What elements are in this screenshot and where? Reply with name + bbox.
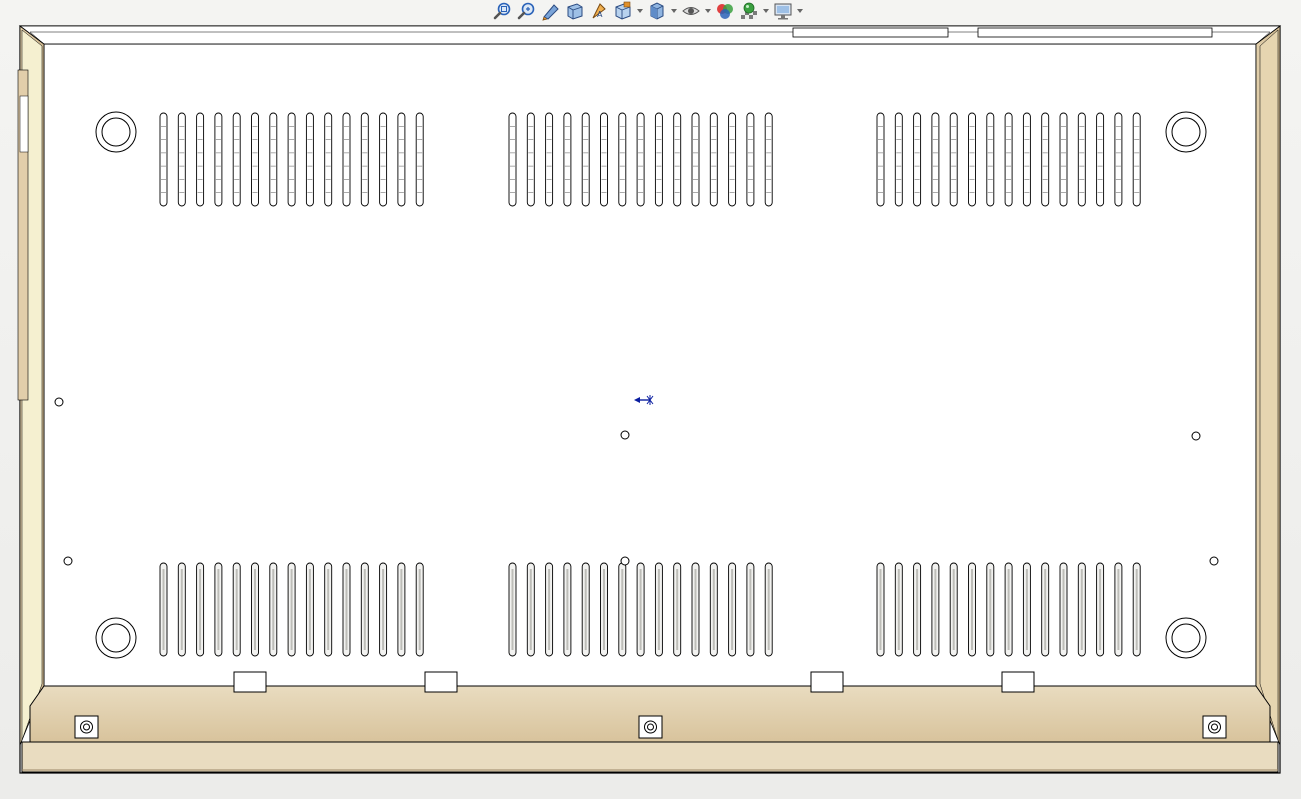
vent-slot: [1041, 112, 1050, 207]
flange-screw-hole: [1202, 715, 1227, 739]
vent-slot: [986, 112, 995, 207]
view-settings-icon: [774, 3, 792, 20]
hide-show-items-dropdown[interactable]: [704, 1, 712, 21]
chevron-down-icon: [705, 9, 711, 13]
edit-appearance-button[interactable]: [714, 1, 736, 21]
vent-slot: [581, 112, 590, 207]
vent-slot: [397, 112, 406, 207]
mounting-hole-top-left: [95, 111, 137, 153]
zoom-to-fit-button[interactable]: [492, 1, 514, 21]
vent-slot: [1004, 112, 1013, 207]
flange-tab: [233, 671, 267, 693]
vent-slot: [159, 112, 168, 207]
apply-scene-button[interactable]: [738, 1, 760, 21]
previous-view-button[interactable]: [540, 1, 562, 21]
vent-slot: [913, 112, 922, 207]
vent-slot: [636, 112, 645, 207]
hide-show-icon: [682, 7, 700, 15]
vent-slot: [600, 112, 608, 207]
vent-slot: [894, 112, 903, 207]
mounting-hole-bottom-right: [1165, 617, 1207, 659]
zoom-area-icon: [517, 2, 535, 20]
vent-slot: [324, 112, 333, 207]
vent-slot: [931, 112, 940, 207]
flange-tab: [424, 671, 458, 693]
edit-appearance-icon: [717, 4, 733, 19]
vent-slot: [379, 112, 388, 207]
small-hole: [1191, 431, 1201, 441]
view-settings-button[interactable]: [772, 1, 794, 21]
vent-slot: [968, 112, 976, 207]
vent-slot: [545, 112, 554, 207]
graphics-area[interactable]: [0, 22, 1301, 799]
flange-tab: [810, 671, 844, 693]
vent-slot: [415, 112, 424, 207]
vent-slot: [251, 112, 259, 207]
zoom-fit-icon: [493, 2, 511, 20]
apply-scene-dropdown[interactable]: [762, 1, 770, 21]
vent-slot: [728, 112, 737, 207]
small-hole: [54, 397, 64, 407]
vent-slot: [1077, 112, 1086, 207]
vent-slot: [1132, 112, 1141, 207]
vent-slot: [949, 112, 958, 207]
flange-tab: [1001, 671, 1035, 693]
heads-up-view-toolbar: A: [492, 0, 852, 22]
vent-slot: [691, 112, 700, 207]
chevron-down-icon: [797, 9, 803, 13]
display-style-button[interactable]: [646, 1, 668, 21]
section-view-button[interactable]: [564, 1, 586, 21]
small-hole: [620, 556, 630, 566]
view-orientation-dropdown[interactable]: [636, 1, 644, 21]
vent-slot: [232, 112, 241, 207]
vent-slot: [526, 112, 535, 207]
view-orientation-button[interactable]: [612, 1, 634, 21]
vent-slot: [1022, 112, 1031, 207]
vent-slot: [563, 112, 572, 207]
zoom-to-area-button[interactable]: [516, 1, 538, 21]
vent-slot: [269, 112, 278, 207]
view-settings-dropdown[interactable]: [796, 1, 804, 21]
chevron-down-icon: [671, 9, 677, 13]
vent-slot: [764, 112, 773, 207]
part-model[interactable]: [0, 22, 1301, 799]
vent-slot: [287, 112, 296, 207]
vent-slot: [360, 112, 369, 207]
vent-slot: [746, 112, 755, 207]
vent-slot: [214, 112, 223, 207]
vent-slot: [342, 112, 351, 207]
flange-screw-hole: [638, 715, 663, 739]
vent-slot: [618, 112, 627, 207]
apply-scene-icon: [741, 2, 757, 19]
annotation-view-icon: A: [592, 3, 606, 19]
view-orientation-icon: [615, 1, 631, 20]
dynamic-annotation-button[interactable]: A: [588, 1, 610, 21]
vent-slot: [196, 112, 205, 207]
svg-text:A: A: [597, 10, 603, 19]
small-hole: [620, 430, 630, 440]
mounting-hole-top-right: [1165, 111, 1207, 153]
chevron-down-icon: [637, 9, 643, 13]
vent-slot: [177, 112, 186, 207]
vent-slot: [508, 112, 517, 207]
small-hole: [1209, 556, 1219, 566]
vent-slot: [673, 112, 682, 207]
flange-screw-hole: [74, 715, 99, 739]
small-hole: [63, 556, 73, 566]
vent-slot: [1096, 112, 1105, 207]
vent-slot: [709, 112, 718, 207]
vent-slot: [654, 112, 663, 207]
vent-slot: [305, 112, 314, 207]
display-style-icon: [650, 2, 664, 20]
display-style-dropdown[interactable]: [670, 1, 678, 21]
section-view-icon: [567, 3, 583, 20]
chevron-down-icon: [763, 9, 769, 13]
previous-view-icon: [542, 4, 559, 21]
vent-slot: [1059, 112, 1068, 207]
mounting-hole-bottom-left: [95, 617, 137, 659]
vent-slot: [1114, 112, 1123, 207]
hide-show-items-button[interactable]: [680, 1, 702, 21]
vent-slot: [876, 112, 885, 207]
